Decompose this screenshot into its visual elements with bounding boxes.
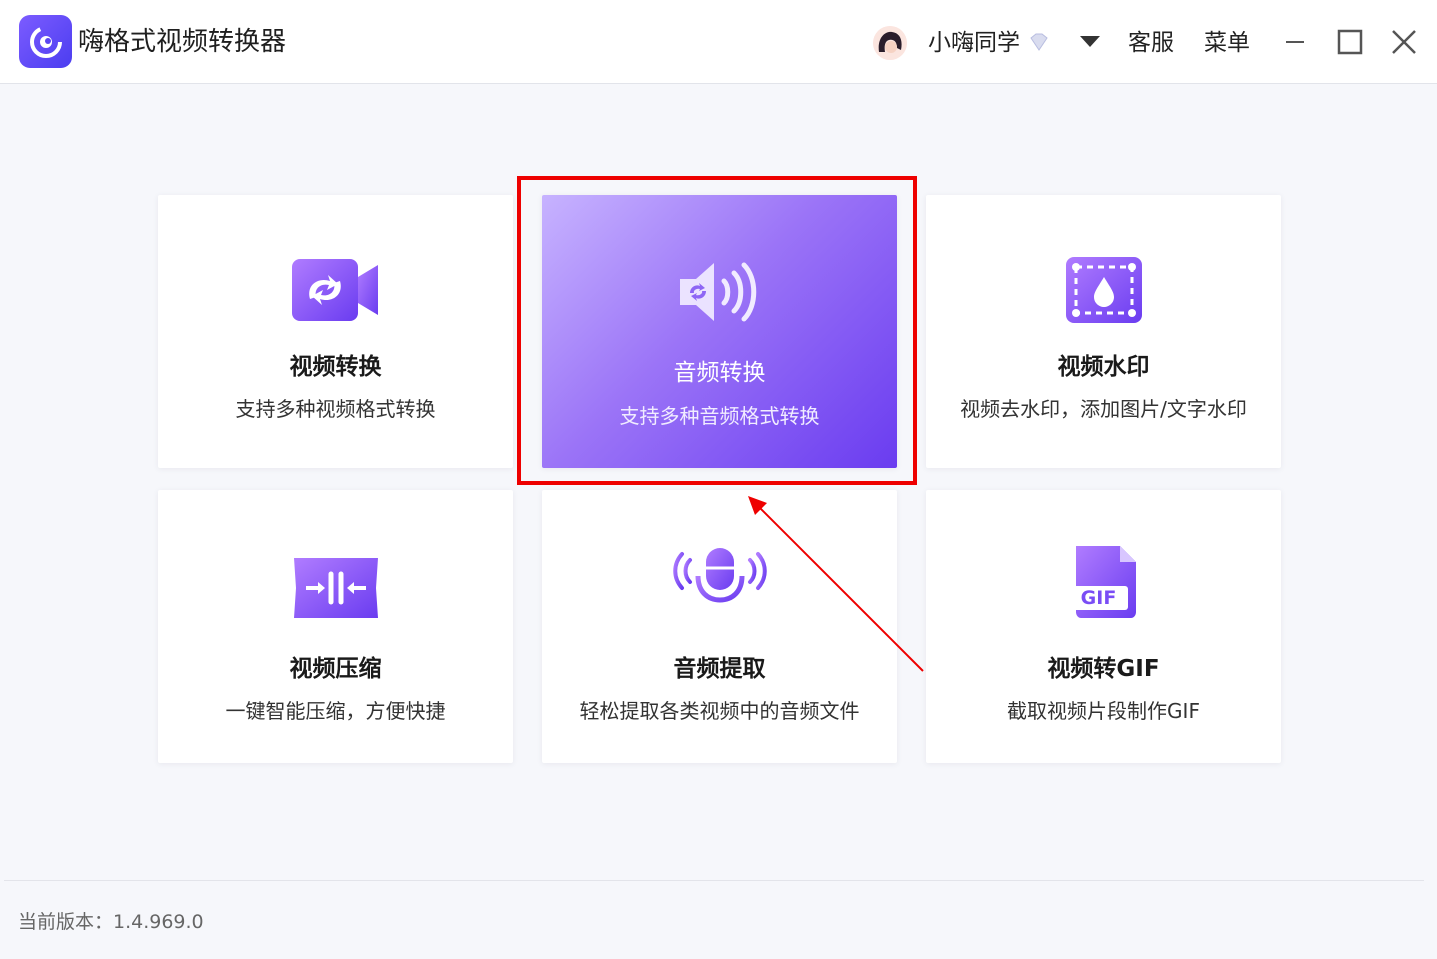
menu-button[interactable]: 菜单 [1204, 27, 1250, 59]
app-logo-icon [19, 15, 72, 68]
avatar[interactable] [873, 26, 907, 60]
close-icon[interactable] [1390, 28, 1418, 56]
card-title: 视频转换 [289, 354, 382, 380]
app-title: 嗨格式视频转换器 [78, 27, 287, 57]
username[interactable]: 小嗨同学 [928, 27, 1020, 59]
version-label: 当前版本：1.4.969.0 [18, 911, 204, 933]
watermark-icon [1056, 255, 1152, 327]
video-compress-card[interactable]: 视频压缩 一键智能压缩，方便快捷 [158, 490, 513, 763]
video-convert-icon [288, 255, 384, 327]
audio-convert-card[interactable]: 音频转换 支持多种音频格式转换 [542, 195, 897, 468]
gif-icon-label: GIF [1080, 587, 1117, 609]
microphone-icon [672, 546, 768, 619]
card-desc: 视频去水印，添加图片/文字水印 [960, 397, 1247, 421]
card-title: 视频压缩 [289, 656, 382, 682]
card-desc: 轻松提取各类视频中的音频文件 [579, 699, 860, 723]
title-bar: 嗨格式视频转换器 小嗨同学 客服 菜单 [0, 0, 1437, 84]
vip-badge-icon [1028, 32, 1050, 52]
minimize-icon[interactable] [1282, 28, 1310, 56]
card-title: 音频转换 [673, 360, 766, 386]
card-desc: 一键智能压缩，方便快捷 [225, 699, 446, 723]
support-button[interactable]: 客服 [1128, 27, 1174, 59]
card-desc: 截取视频片段制作GIF [1007, 699, 1200, 723]
card-desc: 支持多种视频格式转换 [235, 397, 436, 421]
annotation-arrow [748, 496, 924, 672]
audio-extract-card[interactable]: 音频提取 轻松提取各类视频中的音频文件 [542, 490, 897, 763]
card-desc: 支持多种音频格式转换 [619, 404, 820, 428]
video-to-gif-card[interactable]: GIF 视频转GIF 截取视频片段制作GIF [926, 490, 1281, 763]
video-convert-card[interactable]: 视频转换 支持多种视频格式转换 [158, 195, 513, 468]
gif-icon: GIF [1056, 544, 1152, 618]
maximize-icon[interactable] [1336, 28, 1364, 56]
card-title: 视频水印 [1057, 354, 1150, 380]
video-watermark-card[interactable]: 视频水印 视频去水印，添加图片/文字水印 [926, 195, 1281, 468]
card-title: 音频提取 [673, 656, 766, 682]
card-title: 视频转GIF [1047, 656, 1160, 682]
chevron-down-icon[interactable] [1080, 36, 1100, 47]
compress-icon [288, 552, 384, 624]
audio-convert-icon [672, 255, 768, 327]
footer-divider [4, 880, 1424, 881]
